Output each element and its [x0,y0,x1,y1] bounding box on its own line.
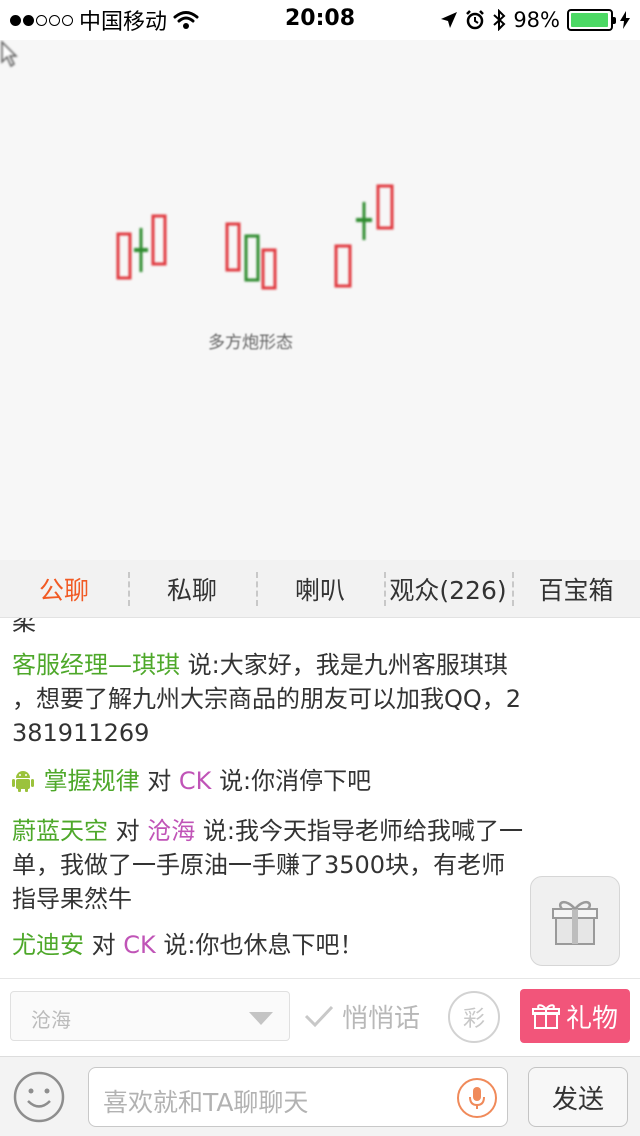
whisper-label: 悄悄话 [342,1003,421,1034]
message-input[interactable]: 喜欢就和TA聊聊天 [88,1067,508,1127]
sender-name[interactable]: 掌握规律 [44,767,140,795]
message-connector: 对 [115,817,140,845]
candlestick-group-3 [334,184,394,288]
chat-message: 尤迪安 对 CK 说:你也休息下吧！ [12,928,612,962]
gift-box-icon [552,901,598,945]
message-input-bar: 喜欢就和TA聊聊天 发送 [0,1056,640,1136]
message-text: 说:你也休息下吧！ [163,931,364,959]
chat-message: 蔚蓝天空 对 沧海 说:我今天指导老师给我喊了一 单，我做了一手原油一手赚了35… [12,814,612,916]
tab-treasure-box[interactable]: 百宝箱 [512,560,640,618]
battery-level-fill [571,13,609,27]
voice-input-button[interactable] [457,1078,497,1118]
bluetooth-icon [493,9,506,31]
checkmark-icon [304,1005,334,1028]
status-right: 98% [440,6,630,34]
alarm-icon [466,10,485,30]
battery-percent: 98% [513,8,560,32]
message-text-line2: ，想要了解九州大宗商品的朋友可以加我QQ，2 [12,685,522,713]
chat-tab-bar: 公聊 私聊 喇叭 观众(226) 百宝箱 [0,560,640,618]
message-text: 说:我今天指导老师给我喊了一 [202,817,524,845]
message-input-placeholder: 喜欢就和TA聊聊天 [103,1088,309,1117]
dropdown-caret-icon [249,1012,273,1025]
message-text-line3: 381911269 [12,719,150,747]
video-caption: 多方炮形态 [208,333,293,353]
chat-message: 掌握规律 对 CK 说:你消停下吧 [12,764,612,798]
message-text-line3: 指导果然牛 [12,885,132,913]
candlestick-group-1 [116,214,167,280]
chat-action-row: 沧海 悄悄话 彩 礼物 [0,978,640,1056]
whisper-toggle[interactable]: 悄悄话 [304,993,420,1039]
sender-name[interactable]: 蔚蓝天空 [12,817,108,845]
mouse-cursor-icon [1,40,18,68]
message-text-line2: 单，我做了一手原油一手赚了3500块，有老师 [12,851,506,879]
message-connector: 对 [91,931,116,959]
target-name[interactable]: CK [123,931,156,959]
candlestick-group-2 [225,222,277,290]
emoji-icon[interactable] [12,1070,66,1124]
charging-icon [620,11,630,29]
target-name[interactable]: 沧海 [147,817,195,845]
tab-private-chat[interactable]: 私聊 [128,560,256,618]
chat-message: 客服经理—琪琪 说:大家好，我是九州客服琪琪 ，想要了解九州大宗商品的朋友可以加… [12,648,612,750]
sender-name[interactable]: 尤迪安 [12,931,84,959]
gift-icon [531,1004,560,1029]
status-bar: 中国移动 20:08 98% [0,0,640,40]
chat-target-select[interactable]: 沧海 [10,991,290,1041]
target-name[interactable]: CK [179,767,212,795]
chat-partial-line: 柔 [12,618,36,636]
send-button[interactable]: 发送 [528,1067,628,1127]
microphone-icon [469,1087,485,1109]
color-text-button[interactable]: 彩 [448,991,500,1043]
message-connector: 对 [147,767,172,795]
battery-icon [567,9,616,31]
tab-public-chat[interactable]: 公聊 [0,560,128,618]
gift-label: 礼物 [565,1003,618,1034]
candlestick-illustration [116,184,394,290]
chat-target-value: 沧海 [31,1008,71,1032]
sender-name[interactable]: 客服经理—琪琪 [12,651,180,679]
floating-gift-button[interactable] [530,876,620,966]
tab-audience[interactable]: 观众(226) [384,560,512,618]
message-text: 说:大家好，我是九州客服琪琪 [187,651,508,679]
live-video-area[interactable]: 多方炮形态 [0,40,640,560]
location-arrow-icon [441,12,458,28]
gift-button[interactable]: 礼物 [520,989,630,1043]
color-text-label: 彩 [462,1007,485,1032]
android-icon [12,771,34,792]
tab-broadcast[interactable]: 喇叭 [256,560,384,618]
message-text: 说:你消停下吧 [219,767,372,795]
